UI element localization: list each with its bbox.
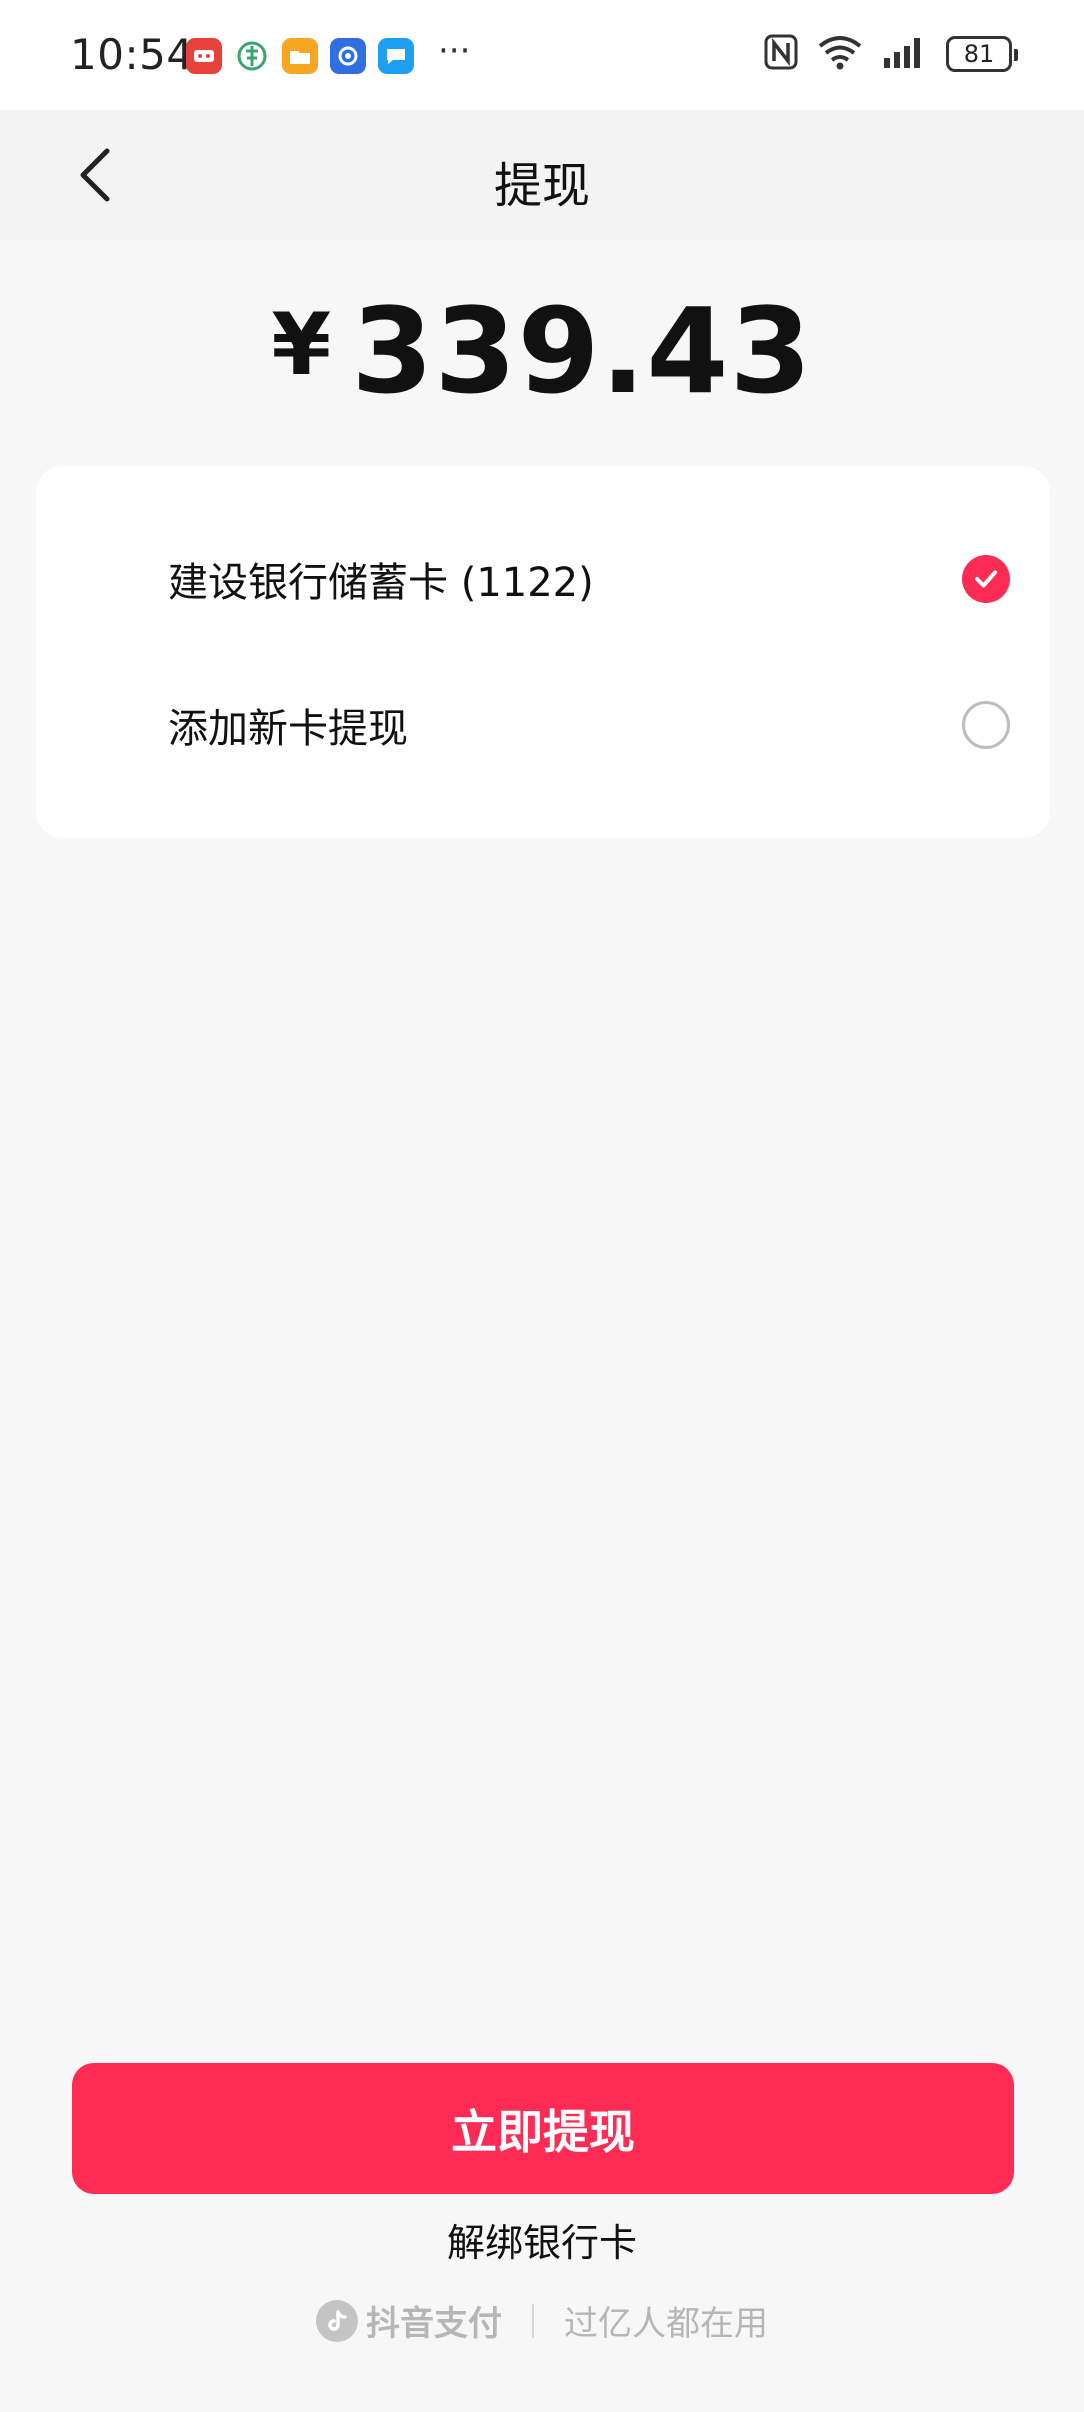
security-app-icon — [330, 38, 366, 74]
card-list: 建设银行储蓄卡 (1122) 添加新卡提现 — [36, 466, 1050, 838]
radio-unchecked[interactable] — [962, 701, 1010, 749]
wifi-icon — [816, 34, 864, 74]
footer-brand: 抖音支付 — [316, 2296, 502, 2345]
radio-checked[interactable] — [962, 555, 1010, 603]
card-option-ccb[interactable]: 建设银行储蓄卡 (1122) — [36, 506, 1050, 652]
notification-icons: ··· — [186, 31, 470, 74]
health-app-icon — [234, 38, 270, 74]
message-app-icon — [378, 38, 414, 74]
douyin-logo-icon — [316, 2299, 358, 2342]
amount-value: 339.43 — [351, 282, 813, 420]
footer-brand-text: 抖音支付 — [366, 2304, 502, 2344]
footer: 抖音支付 过亿人都在用 — [0, 2296, 1084, 2345]
card-option-label: 添加新卡提现 — [168, 706, 408, 752]
battery-level: 81 — [963, 40, 995, 68]
withdraw-amount: ¥339.43 — [0, 282, 1084, 420]
signal-icon — [882, 36, 928, 72]
footer-slogan: 过亿人都在用 — [564, 2304, 768, 2344]
nav-header: 提现 — [0, 110, 1084, 240]
battery-indicator: 81 — [946, 36, 1018, 72]
card-option-add-new[interactable]: 添加新卡提现 — [36, 652, 1050, 798]
nfc-icon — [764, 34, 798, 74]
status-bar: 10:54 ··· 81 — [0, 0, 1084, 110]
currency-symbol: ¥ — [271, 295, 332, 395]
files-app-icon — [282, 38, 318, 74]
check-icon — [975, 570, 997, 588]
withdraw-button[interactable]: 立即提现 — [72, 2063, 1014, 2194]
status-indicators: 81 — [764, 34, 1018, 74]
card-option-label: 建设银行储蓄卡 (1122) — [168, 560, 594, 606]
status-time: 10:54 — [70, 30, 194, 79]
more-notifications-icon: ··· — [438, 31, 471, 71]
page-title: 提现 — [493, 158, 590, 214]
shopping-app-icon — [186, 38, 222, 74]
unbind-card-link[interactable]: 解绑银行卡 — [0, 2212, 1084, 2267]
footer-divider — [532, 2303, 534, 2338]
